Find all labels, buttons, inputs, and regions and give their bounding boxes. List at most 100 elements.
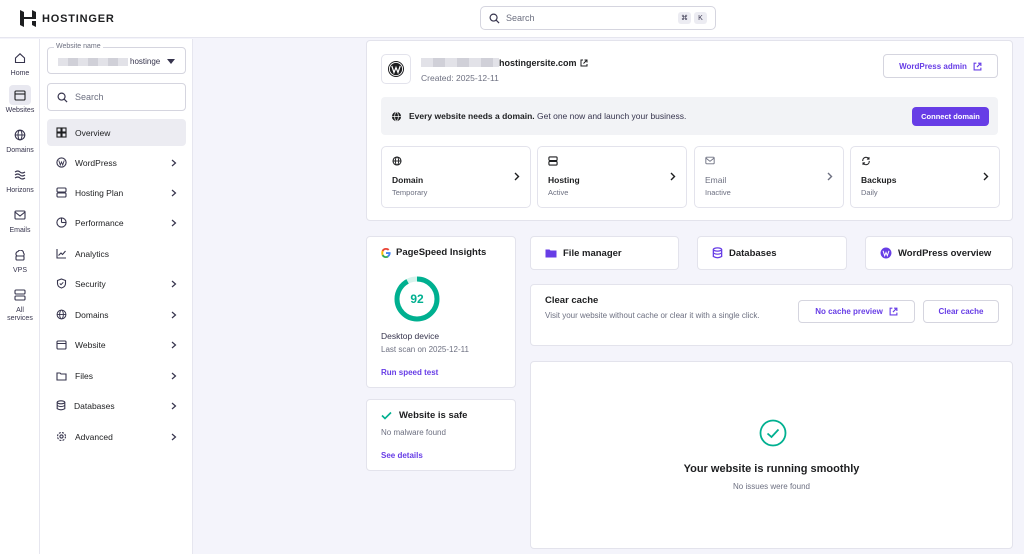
site-domain-text: hostingersite.com	[499, 58, 577, 68]
overview-icon	[56, 127, 67, 138]
sidebar-search-input[interactable]: Search	[47, 83, 186, 111]
wordpress-overview-button[interactable]: WordPress overview	[865, 236, 1013, 270]
website-safety-card: Website is safe No malware found See det…	[366, 399, 516, 471]
chevron-right-icon	[983, 172, 989, 181]
status-title: Your website is running smoothly	[683, 463, 860, 475]
backups-tile[interactable]: Backups Daily	[850, 146, 1000, 208]
sidebar-item-performance[interactable]: Performance	[47, 209, 186, 236]
no-cache-preview-button[interactable]: No cache preview	[798, 300, 915, 323]
chevron-right-icon	[171, 372, 177, 379]
safety-subtitle: No malware found	[381, 428, 446, 437]
sidebar-item-overview[interactable]: Overview	[47, 119, 186, 146]
chevron-right-icon	[171, 311, 177, 318]
folder-icon	[545, 249, 557, 258]
sidebar-item-domains[interactable]: Domains	[47, 301, 186, 328]
rail-item-websites[interactable]: Websites	[0, 85, 40, 115]
cloud-server-icon	[9, 245, 31, 265]
chevron-right-icon	[827, 172, 833, 181]
clear-cache-card: Clear cache Visit your website without c…	[530, 284, 1013, 346]
sidebar-item-website[interactable]: Website	[47, 331, 186, 358]
domain-tile[interactable]: Domain Temporary	[381, 146, 531, 208]
sidebar-item-wordpress[interactable]: WordPress	[47, 149, 186, 176]
pagespeed-card: PageSpeed Insights 92 Desktop device Las…	[366, 236, 516, 388]
clear-cache-button[interactable]: Clear cache	[923, 300, 999, 323]
rail-item-domains[interactable]: Domains	[0, 125, 40, 155]
chevron-down-icon	[167, 59, 175, 64]
tile-status: Temporary	[392, 188, 428, 197]
wordpress-logo-icon	[381, 54, 411, 84]
external-link-icon	[973, 62, 982, 70]
see-details-link[interactable]: See details	[381, 451, 423, 460]
clear-cache-description: Visit your website without cache or clea…	[545, 311, 760, 320]
email-tile[interactable]: Email Inactive	[694, 146, 844, 208]
site-domain-link[interactable]: hostingersite.com	[499, 58, 588, 68]
chevron-right-icon	[171, 159, 177, 166]
hostinger-logo[interactable]: HOSTINGER	[20, 10, 115, 27]
sidebar-item-analytics[interactable]: Analytics	[47, 240, 186, 267]
sidebar-item-security[interactable]: Security	[47, 270, 186, 297]
horizons-icon	[9, 165, 31, 185]
database-icon	[56, 400, 66, 411]
sidebar-item-label: Overview	[75, 127, 111, 138]
chevron-right-icon	[171, 433, 177, 440]
databases-button[interactable]: Databases	[697, 236, 847, 270]
domain-banner-text: Every website needs a domain. Get one no…	[409, 111, 686, 121]
rail-item-emails[interactable]: Emails	[0, 205, 40, 235]
top-bar: HOSTINGER Search ⌘ K	[0, 0, 1024, 38]
chevron-right-icon	[171, 219, 177, 226]
chevron-right-icon	[171, 341, 177, 348]
sidebar-item-label: Databases	[74, 400, 115, 411]
connect-domain-button[interactable]: Connect domain	[912, 107, 989, 126]
wordpress-icon	[56, 157, 67, 168]
wordpress-admin-label: WordPress admin	[899, 61, 967, 71]
home-icon	[9, 48, 31, 68]
globe-icon	[391, 111, 402, 121]
file-manager-button[interactable]: File manager	[530, 236, 679, 270]
rail-item-all-services[interactable]: All services	[0, 285, 40, 323]
tile-status: Active	[548, 188, 569, 197]
shortcut-key-cmd: ⌘	[678, 12, 691, 24]
sidebar-item-files[interactable]: Files	[47, 362, 186, 389]
shield-icon	[56, 278, 67, 289]
tile-title: Hosting	[548, 175, 580, 185]
redacted-website-name	[58, 58, 128, 66]
sidebar-item-hosting-plan[interactable]: Hosting Plan	[47, 179, 186, 206]
websites-icon	[9, 85, 31, 105]
pagespeed-score: 92	[410, 292, 424, 306]
mail-icon	[705, 156, 715, 165]
website-sidebar: Website name hostinge Search Overview Wo…	[40, 39, 193, 554]
chevron-right-icon	[514, 172, 520, 181]
search-placeholder: Search	[506, 13, 535, 23]
hosting-tile[interactable]: Hosting Active	[537, 146, 687, 208]
checkmark-icon	[381, 411, 392, 420]
tile-title: Email	[705, 175, 727, 185]
chevron-right-icon	[670, 172, 676, 181]
domain-banner: Every website needs a domain. Get one no…	[381, 97, 998, 135]
sidebar-item-databases[interactable]: Databases	[47, 392, 186, 419]
rail-label: Home	[10, 70, 30, 77]
sidebar-item-advanced[interactable]: Advanced	[47, 423, 186, 450]
sidebar-item-label: Domains	[75, 309, 109, 320]
rail-item-horizons[interactable]: Horizons	[0, 165, 40, 195]
tile-title: Backups	[861, 175, 897, 185]
rail-label: Websites	[5, 107, 35, 114]
sidebar-search-placeholder: Search	[75, 92, 104, 102]
sidebar-item-label: Security	[75, 278, 106, 289]
external-link-icon	[580, 59, 588, 67]
status-subtitle: No issues were found	[733, 482, 810, 491]
globe-icon	[9, 125, 31, 145]
pagespeed-device: Desktop device	[381, 331, 440, 341]
run-speed-test-link[interactable]: Run speed test	[381, 368, 438, 377]
sidebar-item-label: Performance	[75, 217, 124, 228]
chevron-right-icon	[171, 189, 177, 196]
sidebar-item-label: Advanced	[75, 431, 113, 442]
global-search[interactable]: Search ⌘ K	[480, 6, 716, 30]
folder-icon	[56, 371, 67, 381]
wordpress-admin-button[interactable]: WordPress admin	[883, 54, 998, 78]
rail-item-vps[interactable]: VPS	[0, 245, 40, 275]
services-icon	[9, 285, 31, 305]
website-select[interactable]: Website name hostinge	[47, 43, 186, 74]
rail-item-home[interactable]: Home	[0, 48, 40, 78]
sidebar-item-label: Hosting Plan	[75, 187, 124, 198]
created-date: Created: 2025-12-11	[421, 73, 499, 83]
